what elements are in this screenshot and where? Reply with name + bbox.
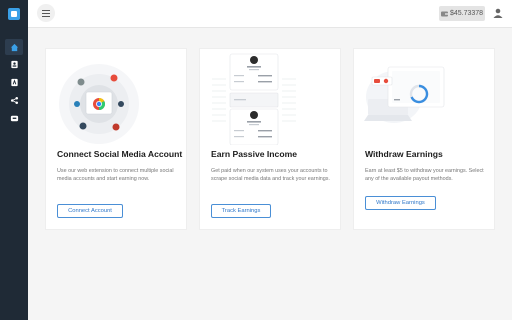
sidebar-item-accounts[interactable] <box>5 74 23 90</box>
accounts-icon <box>10 78 18 86</box>
profile-card-icon <box>10 60 18 68</box>
card-title: Withdraw Earnings <box>365 149 443 159</box>
sidebar-item-share[interactable] <box>5 92 23 108</box>
home-icon <box>10 43 18 51</box>
balance-amount: $45.73378 <box>449 10 484 17</box>
sidebar-item-profile[interactable] <box>5 56 23 72</box>
connect-illustration <box>59 64 139 144</box>
menu-button[interactable] <box>37 4 55 22</box>
share-icon <box>10 96 18 104</box>
sidebar-item-wallet[interactable] <box>5 110 23 126</box>
balance-button[interactable]: $45.73378 <box>439 6 485 21</box>
wallet-icon <box>440 11 448 16</box>
top-bar: $45.73378 <box>28 0 512 28</box>
sidebar-item-home[interactable] <box>5 39 23 55</box>
card-title: Connect Social Media Account <box>57 149 183 159</box>
card-description: Get paid when our system uses your accou… <box>211 168 330 183</box>
card-title: Earn Passive Income <box>211 149 297 159</box>
withdraw-earnings-button[interactable]: Withdraw Earnings <box>365 196 436 210</box>
hamburger-icon <box>42 9 50 17</box>
earnings-illustration <box>212 53 296 145</box>
withdraw-illustration <box>364 66 445 123</box>
card-description: Use our web extension to connect multipl… <box>57 168 174 183</box>
connect-account-button[interactable]: Connect Account <box>57 204 123 218</box>
wallet-icon <box>10 115 18 121</box>
card-withdraw: Withdraw Earnings Earn at least $5 to wi… <box>353 48 495 230</box>
card-description: Earn at least $5 to withdraw your earnin… <box>365 168 484 183</box>
app-logo <box>8 8 20 20</box>
track-earnings-button[interactable]: Track Earnings <box>211 204 271 218</box>
card-connect-social: Connect Social Media Account Use our web… <box>45 48 187 230</box>
user-account-icon[interactable] <box>493 8 503 18</box>
sidebar <box>0 0 28 320</box>
card-passive-income: Earn Passive Income Get paid when our sy… <box>199 48 341 230</box>
